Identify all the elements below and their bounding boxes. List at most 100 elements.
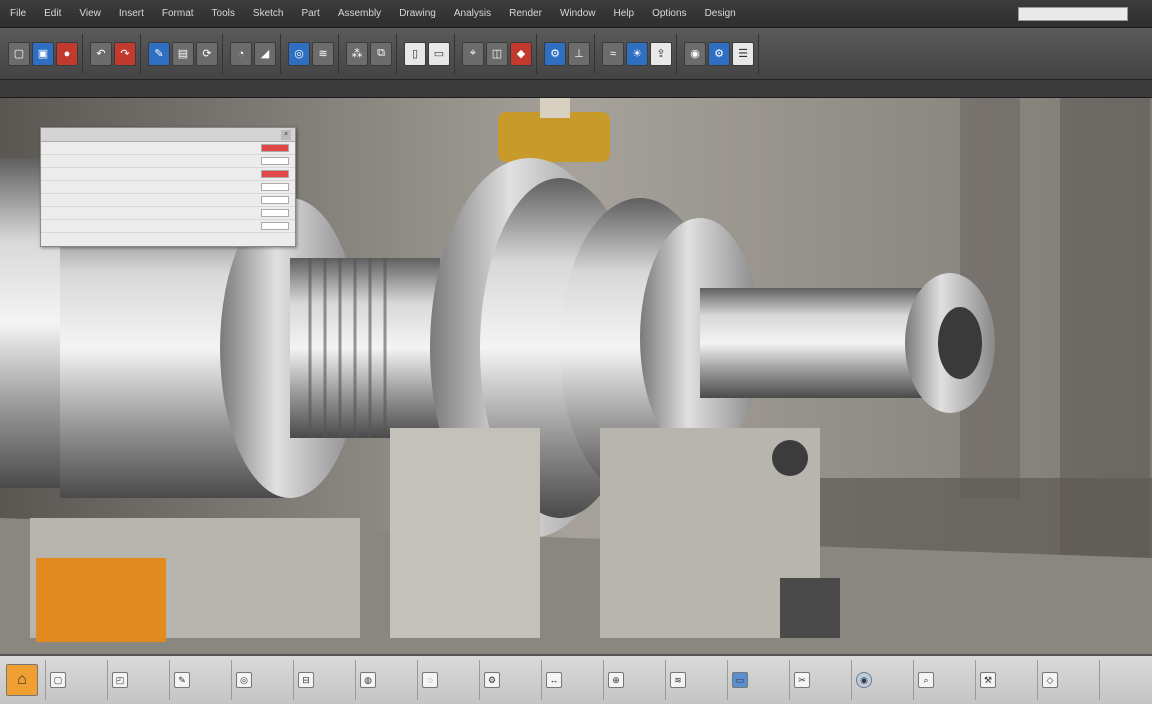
menu-item-drawing[interactable]: Drawing bbox=[395, 6, 440, 21]
drawing-icon[interactable]: ▭ bbox=[428, 41, 450, 66]
cad-icon[interactable]: ◇ bbox=[1042, 672, 1058, 688]
gear-tool-icon[interactable]: ⚙ bbox=[484, 672, 500, 688]
menu-item-view[interactable]: View bbox=[75, 6, 105, 21]
measure-icon[interactable]: ⌖ bbox=[462, 41, 484, 66]
property-row bbox=[41, 181, 295, 194]
property-value-field[interactable] bbox=[261, 157, 289, 165]
property-value-field[interactable] bbox=[261, 209, 289, 217]
bottom-tool-cell[interactable]: ◉ bbox=[852, 660, 914, 700]
tools-icon[interactable]: ⚒ bbox=[980, 672, 996, 688]
menu-item-format[interactable]: Format bbox=[158, 6, 198, 21]
thread-icon[interactable]: ≋ bbox=[312, 41, 334, 66]
properties-panel: × bbox=[40, 127, 296, 247]
menu-item-help[interactable]: Help bbox=[610, 6, 639, 21]
layers-icon[interactable]: ☰ bbox=[732, 41, 754, 66]
menu-item-assembly[interactable]: Assembly bbox=[334, 6, 385, 21]
property-value-field[interactable] bbox=[261, 196, 289, 204]
hole-icon[interactable]: ◎ bbox=[288, 41, 310, 66]
menu-item-tools[interactable]: Tools bbox=[208, 6, 239, 21]
menu-item-file[interactable]: File bbox=[6, 6, 30, 21]
menu-item-part[interactable]: Part bbox=[297, 6, 323, 21]
pattern-icon[interactable]: ⁂ bbox=[346, 41, 368, 66]
panel-title-bar: × bbox=[41, 128, 295, 142]
settings-icon[interactable]: ⚙ bbox=[708, 41, 730, 66]
hole-tool-icon[interactable]: ◎ bbox=[236, 672, 252, 688]
save-icon[interactable]: ● bbox=[56, 41, 78, 66]
monitor-icon[interactable]: ▭ bbox=[732, 672, 748, 688]
bottom-tool-cell[interactable]: ▢ bbox=[46, 660, 108, 700]
revolve-icon[interactable]: ⟳ bbox=[196, 41, 218, 66]
menu-item-render[interactable]: Render bbox=[505, 6, 546, 21]
close-icon[interactable]: × bbox=[281, 130, 291, 140]
section-icon[interactable]: ◫ bbox=[486, 41, 508, 66]
menu-item-window[interactable]: Window bbox=[556, 6, 600, 21]
camera-icon[interactable]: ◉ bbox=[856, 672, 872, 688]
ribbon-group: ◎ ≋ bbox=[284, 33, 339, 74]
bottom-tool-cell[interactable]: ⊟ bbox=[294, 660, 356, 700]
sketch-icon[interactable]: ✎ bbox=[148, 41, 170, 66]
assembly-icon[interactable]: ⚙ bbox=[544, 41, 566, 66]
sheet-icon[interactable]: ▯ bbox=[404, 41, 426, 66]
new-icon[interactable]: ▢ bbox=[8, 41, 30, 66]
bottom-tool-cell[interactable]: ✎ bbox=[170, 660, 232, 700]
bottom-tool-cell[interactable]: ≋ bbox=[666, 660, 728, 700]
home-icon[interactable]: ⌂ bbox=[6, 664, 38, 696]
constraint-icon[interactable]: ⊥ bbox=[568, 41, 590, 66]
command-strip bbox=[0, 80, 1152, 98]
fillet-icon[interactable]: ◔ bbox=[230, 41, 252, 66]
menu-item-edit[interactable]: Edit bbox=[40, 6, 65, 21]
redo-icon[interactable]: ↷ bbox=[114, 41, 136, 66]
wrench-icon[interactable]: ✂ bbox=[794, 672, 810, 688]
bearing-icon[interactable]: ◍ bbox=[360, 672, 376, 688]
view-icon[interactable]: ◉ bbox=[684, 41, 706, 66]
chamfer-icon[interactable]: ◢ bbox=[254, 41, 276, 66]
property-value-field[interactable] bbox=[261, 170, 289, 178]
export-icon[interactable]: ⇪ bbox=[650, 41, 672, 66]
sketch-tool-icon[interactable]: ✎ bbox=[174, 672, 190, 688]
property-row bbox=[41, 142, 295, 155]
dimension-icon[interactable]: ↔ bbox=[546, 672, 562, 688]
bottom-tool-cell[interactable]: ⌂ bbox=[2, 660, 46, 700]
bottom-tool-cell[interactable]: ◰ bbox=[108, 660, 170, 700]
bottom-tool-cell[interactable]: ◌ bbox=[418, 660, 480, 700]
3d-viewport[interactable]: × bbox=[0, 98, 1152, 654]
bottom-tool-cell[interactable]: ⌕ bbox=[914, 660, 976, 700]
ribbon-group: ▢ ▣ ● bbox=[4, 33, 83, 74]
bottom-tool-cell[interactable]: ◍ bbox=[356, 660, 418, 700]
menu-item-sketch[interactable]: Sketch bbox=[249, 6, 288, 21]
property-value-field[interactable] bbox=[261, 183, 289, 191]
property-value-field[interactable] bbox=[261, 222, 289, 230]
search-input[interactable] bbox=[1018, 6, 1128, 21]
bottom-tool-cell[interactable]: ◇ bbox=[1038, 660, 1100, 700]
bottom-tool-cell[interactable]: ◎ bbox=[232, 660, 294, 700]
simulate-icon[interactable]: ≈ bbox=[602, 41, 624, 66]
bottom-tool-cell[interactable]: ⚙ bbox=[480, 660, 542, 700]
ribbon-toolbar: ▢ ▣ ● ↶ ↷ ✎ ▤ ⟳ ◔ ◢ ◎ ≋ ⁂ ⧉ ▯ ▭ ⌖ ◫ ◆ ⚙ ⊥ ≈ ☀ ⇪ ◉ ⚙ ☰ bbox=[0, 28, 1152, 80]
ribbon-group: ◔ ◢ bbox=[226, 33, 281, 74]
bottom-tool-cell[interactable]: ↔ bbox=[542, 660, 604, 700]
bottom-tool-cell[interactable]: ✂ bbox=[790, 660, 852, 700]
spring-icon[interactable]: ≋ bbox=[670, 672, 686, 688]
bottom-tool-cell[interactable]: ⚒ bbox=[976, 660, 1038, 700]
render-icon[interactable]: ☀ bbox=[626, 41, 648, 66]
inspect-icon[interactable]: ⌕ bbox=[918, 672, 934, 688]
menu-item-design[interactable]: Design bbox=[701, 6, 740, 21]
material-icon[interactable]: ◆ bbox=[510, 41, 532, 66]
extrude-icon[interactable]: ▤ bbox=[172, 41, 194, 66]
flange-icon[interactable]: ◌ bbox=[422, 672, 438, 688]
undo-icon[interactable]: ↶ bbox=[90, 41, 112, 66]
feature-icon[interactable]: ◰ bbox=[112, 672, 128, 688]
shaft-icon[interactable]: ⊟ bbox=[298, 672, 314, 688]
menu-item-analysis[interactable]: Analysis bbox=[450, 6, 495, 21]
bottom-tool-cell[interactable]: ▭ bbox=[728, 660, 790, 700]
menu-item-insert[interactable]: Insert bbox=[115, 6, 148, 21]
open-icon[interactable]: ▣ bbox=[32, 41, 54, 66]
part-icon[interactable]: ▢ bbox=[50, 672, 66, 688]
bottom-tool-cell[interactable]: ⊕ bbox=[604, 660, 666, 700]
menu-item-options[interactable]: Options bbox=[648, 6, 690, 21]
property-value-field[interactable] bbox=[261, 144, 289, 152]
ribbon-group: ⁂ ⧉ bbox=[342, 33, 397, 74]
mirror-icon[interactable]: ⧉ bbox=[370, 41, 392, 66]
bolt-icon[interactable]: ⊕ bbox=[608, 672, 624, 688]
property-row bbox=[41, 220, 295, 233]
